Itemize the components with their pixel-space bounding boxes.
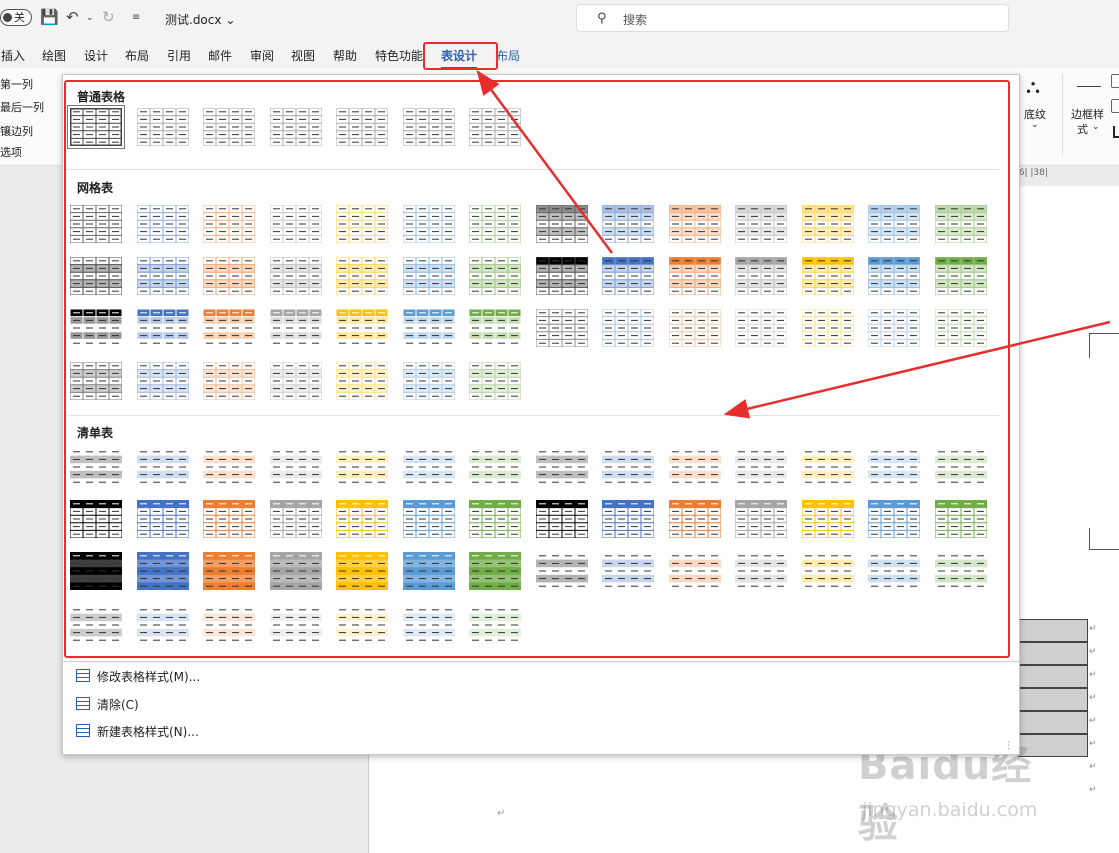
- tab-table-layout[interactable]: 布局: [496, 47, 520, 64]
- new-table-style-icon: [76, 724, 90, 737]
- row-end-mark: ↵: [1089, 670, 1097, 680]
- option-banded-columns[interactable]: 镶边列: [0, 123, 33, 139]
- row-end-mark: ↵: [1089, 624, 1097, 634]
- row-end-mark: ↵: [1089, 739, 1097, 749]
- search-icon: ⚲: [597, 11, 607, 26]
- ribbon-tabs: 插入 绘图 设计 布局 引用 邮件 审阅 视图 帮助 特色功能 表设计 布局: [0, 38, 1119, 69]
- tab-draw[interactable]: 绘图: [42, 47, 66, 64]
- customize-toolbar-icon[interactable]: ≡: [132, 12, 140, 23]
- tab-view[interactable]: 视图: [291, 47, 315, 64]
- document-name-text: 测试.docx: [165, 13, 222, 27]
- border-painter-icon[interactable]: [1113, 126, 1119, 138]
- border-styles-button-line2: 式: [1077, 123, 1088, 136]
- modify-table-style-menu-item[interactable]: 修改表格样式(M)...: [97, 668, 200, 685]
- tab-mailings[interactable]: 邮件: [208, 47, 232, 64]
- chevron-down-icon: ⌄: [1092, 122, 1100, 132]
- chevron-down-icon: ⌄: [1031, 120, 1039, 130]
- paint-bucket-icon: ⛬: [1026, 74, 1040, 98]
- autosave-toggle[interactable]: 关: [0, 9, 32, 26]
- undo-dropdown-icon[interactable]: ⌄: [86, 13, 94, 23]
- paragraph-mark: ↵: [497, 808, 506, 819]
- search-box[interactable]: ⚲ 搜索: [576, 4, 1009, 32]
- border-styles-button[interactable]: 边框样: [1071, 106, 1104, 122]
- clear-style-menu-item[interactable]: 清除(C): [97, 696, 139, 713]
- row-end-mark: ↵: [1089, 762, 1097, 772]
- group-divider: [1062, 74, 1063, 156]
- option-first-column[interactable]: 第一列: [0, 76, 33, 92]
- undo-icon[interactable]: ↶: [66, 8, 79, 26]
- document-name[interactable]: 测试.docx ⌄: [165, 11, 235, 28]
- border-line-icon: [1077, 86, 1101, 87]
- horizontal-ruler: |36| |38|: [1010, 168, 1048, 178]
- table-row[interactable]: [1018, 688, 1088, 711]
- highlight-box-gallery: [64, 80, 1010, 658]
- clear-style-icon: [76, 697, 90, 710]
- save-icon[interactable]: 💾: [40, 8, 59, 26]
- search-placeholder: 搜索: [623, 13, 648, 27]
- pen-weight-box[interactable]: [1111, 74, 1119, 88]
- chevron-down-icon: ⌄: [225, 13, 236, 27]
- table-row[interactable]: [1018, 619, 1088, 642]
- tab-help[interactable]: 帮助: [333, 47, 357, 64]
- row-end-mark: ↵: [1089, 647, 1097, 657]
- tab-design[interactable]: 设计: [84, 47, 108, 64]
- row-end-mark: ↵: [1089, 716, 1097, 726]
- style-options-group-label: 选项: [0, 146, 22, 159]
- tab-review[interactable]: 审阅: [250, 47, 274, 64]
- resize-grip-icon[interactable]: ⋮: [1004, 741, 1013, 751]
- new-table-style-menu-item[interactable]: 新建表格样式(N)...: [97, 723, 199, 740]
- table-row[interactable]: [1018, 665, 1088, 688]
- autosave-toggle-label: 关: [14, 11, 25, 24]
- modify-table-style-icon: [76, 669, 90, 682]
- tab-layout[interactable]: 布局: [125, 47, 149, 64]
- margin-corner-mark: [1089, 333, 1119, 358]
- row-end-mark: ↵: [1089, 693, 1097, 703]
- table-row[interactable]: [1018, 734, 1088, 757]
- tab-insert[interactable]: 插入: [1, 47, 25, 64]
- tab-special-features[interactable]: 特色功能: [375, 47, 423, 64]
- title-bar: 关 💾 ↶ ⌄ ↻ ≡ 测试.docx ⌄ ⚲ 搜索: [0, 0, 1119, 38]
- option-last-column[interactable]: 最后一列: [0, 99, 44, 115]
- redo-icon[interactable]: ↻: [102, 8, 115, 26]
- table-row[interactable]: [1018, 642, 1088, 665]
- margin-corner-mark: [1089, 528, 1119, 550]
- highlight-box-tab: [423, 42, 498, 70]
- row-end-mark: ↵: [1089, 785, 1097, 795]
- pen-color-box[interactable]: [1111, 99, 1119, 113]
- menu-divider: [63, 661, 1019, 662]
- table-row[interactable]: [1018, 711, 1088, 734]
- tab-references[interactable]: 引用: [167, 47, 191, 64]
